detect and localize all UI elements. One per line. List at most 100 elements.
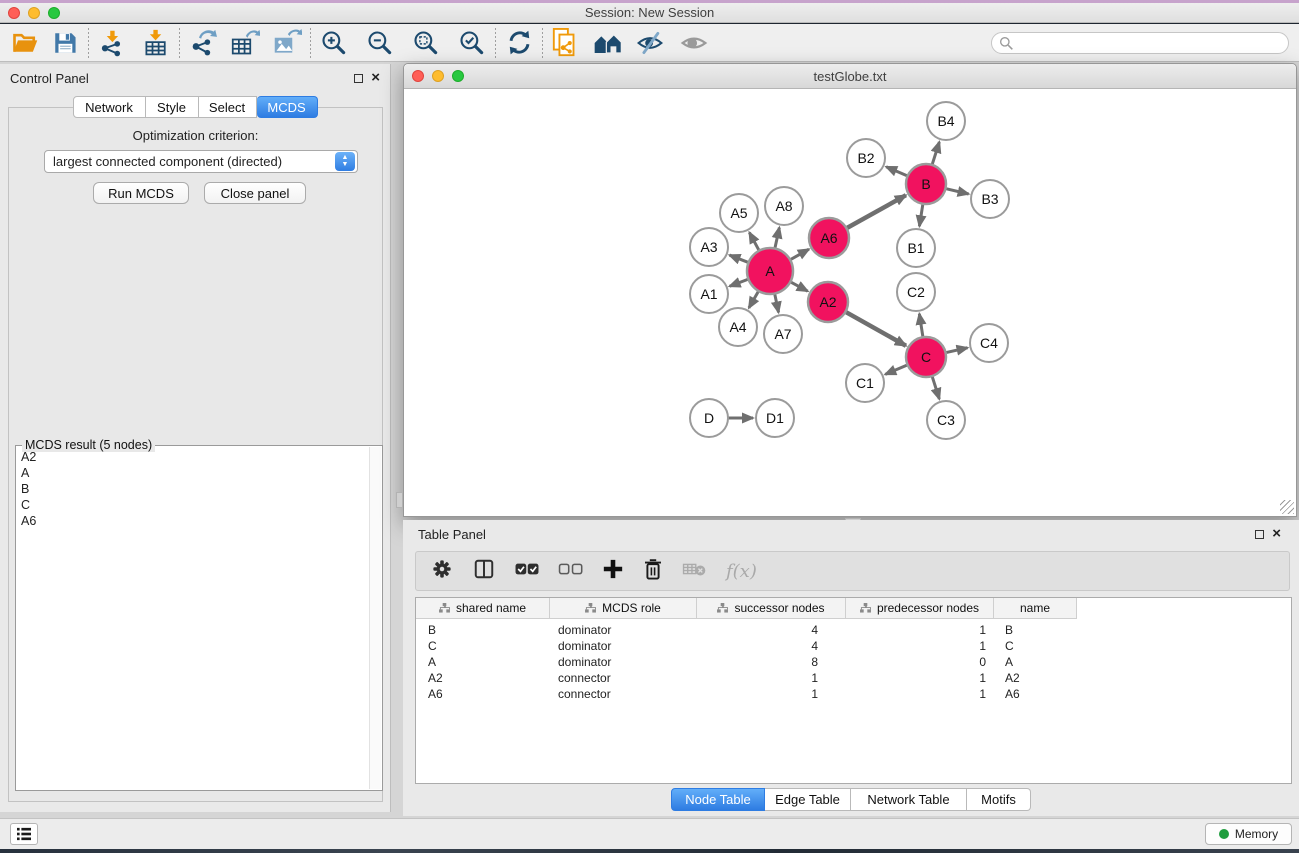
network-canvas-area[interactable]: B4B2BB3A8A5A6A3B1AC2A1A2A4A7C4CC1DD1C3 [404, 89, 1296, 516]
refresh-icon[interactable] [504, 28, 534, 58]
result-item[interactable]: C [17, 497, 368, 513]
import-network-icon[interactable] [97, 28, 127, 58]
node-D1[interactable]: D1 [756, 399, 794, 437]
node-B3[interactable]: B3 [971, 180, 1009, 218]
export-image-icon[interactable] [272, 28, 302, 58]
import-table-icon[interactable] [141, 28, 171, 58]
first-neighbors-home-icon[interactable] [593, 28, 623, 58]
node-B[interactable]: B [906, 164, 946, 204]
edge-A-A5[interactable] [749, 232, 759, 250]
bird-eye-view-eye-icon[interactable] [679, 28, 709, 58]
delete-table-icon[interactable] [682, 559, 708, 584]
edge-A-A3[interactable] [729, 255, 748, 263]
result-item[interactable]: A2 [17, 449, 368, 465]
node-A4[interactable]: A4 [719, 308, 757, 346]
node-C[interactable]: C [906, 337, 946, 377]
node-A8[interactable]: A8 [765, 187, 803, 225]
delete-column-trash-icon[interactable] [642, 557, 664, 586]
tab-network[interactable]: Network [73, 96, 146, 118]
table-row[interactable]: Adominator80A [416, 654, 1291, 670]
split-divider-grip-vertical[interactable] [396, 492, 403, 508]
node-C3[interactable]: C3 [927, 401, 965, 439]
edge-A6-B[interactable] [846, 195, 905, 228]
edge-C-C2[interactable] [919, 314, 923, 337]
edge-A-A7[interactable] [775, 294, 779, 313]
edge-B-B1[interactable] [919, 204, 923, 227]
optimization-criterion-select[interactable]: largest connected component (directed) ▲… [44, 150, 358, 173]
result-item[interactable]: B [17, 481, 368, 497]
table-row[interactable]: Cdominator41C [416, 638, 1291, 654]
network-window-title-bar[interactable]: testGlobe.txt [404, 64, 1296, 89]
tab-mcds[interactable]: MCDS [257, 96, 318, 118]
table-row[interactable]: A6connector11A6 [416, 686, 1291, 702]
tab-node-table[interactable]: Node Table [671, 788, 765, 811]
node-A7[interactable]: A7 [764, 315, 802, 353]
column-header-MCDS-role[interactable]: MCDS role [550, 598, 697, 619]
edge-A-A8[interactable] [775, 228, 780, 249]
float-panel-icon[interactable] [1255, 530, 1264, 539]
edge-A-A4[interactable] [749, 291, 759, 308]
edge-B-B2[interactable] [886, 167, 907, 176]
edge-C-C4[interactable] [946, 348, 968, 353]
table-row[interactable]: A2connector11A2 [416, 670, 1291, 686]
node-A5[interactable]: A5 [720, 194, 758, 232]
edge-A-A6[interactable] [790, 249, 809, 260]
zoom-fit-icon[interactable] [411, 28, 441, 58]
window-resize-grip[interactable] [1280, 500, 1294, 514]
close-panel-icon[interactable]: × [371, 73, 380, 83]
node-B1[interactable]: B1 [897, 229, 935, 267]
node-A[interactable]: A [747, 248, 793, 294]
zoom-selected-icon[interactable] [457, 28, 487, 58]
node-D[interactable]: D [690, 399, 728, 437]
new-network-from-selection-icon[interactable] [551, 28, 581, 58]
tab-network-table[interactable]: Network Table [851, 788, 967, 811]
column-header-successor-nodes[interactable]: successor nodes [697, 598, 846, 619]
tab-style[interactable]: Style [146, 96, 199, 118]
select-all-checkboxes-icon[interactable] [514, 559, 540, 584]
tab-select[interactable]: Select [199, 96, 257, 118]
node-A6[interactable]: A6 [809, 218, 849, 258]
column-header-name[interactable]: name [994, 598, 1077, 619]
zoom-out-icon[interactable] [365, 28, 395, 58]
node-C1[interactable]: C1 [846, 364, 884, 402]
node-A2[interactable]: A2 [808, 282, 848, 322]
function-builder-fx-icon[interactable]: f(x) [726, 561, 757, 582]
open-session-icon[interactable] [10, 28, 40, 58]
run-mcds-button[interactable]: Run MCDS [93, 182, 189, 204]
show-columns-icon[interactable] [472, 557, 496, 586]
edge-C-C3[interactable] [932, 376, 939, 399]
result-item[interactable]: A [17, 465, 368, 481]
memory-button[interactable]: Memory [1205, 823, 1292, 845]
close-panel-button[interactable]: Close panel [204, 182, 306, 204]
edge-B-B3[interactable] [945, 189, 968, 194]
node-B2[interactable]: B2 [847, 139, 885, 177]
deselect-all-checkboxes-icon[interactable] [558, 559, 584, 584]
column-header-predecessor-nodes[interactable]: predecessor nodes [846, 598, 994, 619]
search-input[interactable] [991, 32, 1289, 54]
edge-A2-C[interactable] [845, 312, 906, 346]
node-A3[interactable]: A3 [690, 228, 728, 266]
float-panel-icon[interactable] [354, 74, 363, 83]
save-session-icon[interactable] [50, 28, 80, 58]
column-header-shared-name[interactable]: shared name [416, 598, 550, 619]
edge-A-A2[interactable] [790, 282, 807, 291]
node-C4[interactable]: C4 [970, 324, 1008, 362]
tab-edge-table[interactable]: Edge Table [765, 788, 851, 811]
close-panel-icon[interactable]: × [1272, 529, 1281, 539]
node-C2[interactable]: C2 [897, 273, 935, 311]
node-B4[interactable]: B4 [927, 102, 965, 140]
result-item[interactable]: A6 [17, 513, 368, 529]
show-hide-graphics-details-icon[interactable] [635, 28, 665, 58]
column-settings-gear-icon[interactable] [430, 557, 454, 586]
zoom-in-icon[interactable] [319, 28, 349, 58]
export-network-icon[interactable] [188, 28, 218, 58]
add-column-icon[interactable] [602, 558, 624, 585]
task-history-button[interactable] [10, 823, 38, 845]
tab-motifs[interactable]: Motifs [967, 788, 1031, 811]
table-row[interactable]: Bdominator41B [416, 622, 1291, 638]
network-canvas[interactable]: B4B2BB3A8A5A6A3B1AC2A1A2A4A7C4CC1DD1C3 [404, 89, 1296, 516]
result-scrollbar[interactable] [369, 447, 381, 789]
edge-C-C1[interactable] [885, 365, 907, 375]
edge-A-A1[interactable] [730, 279, 749, 286]
export-table-icon[interactable] [230, 28, 260, 58]
